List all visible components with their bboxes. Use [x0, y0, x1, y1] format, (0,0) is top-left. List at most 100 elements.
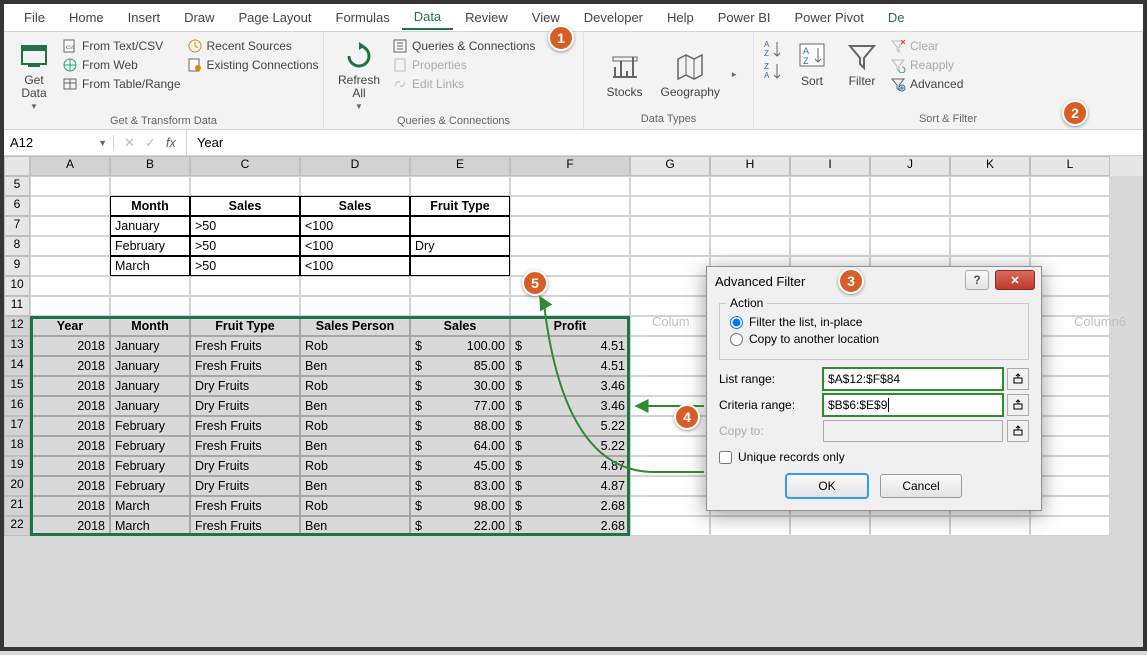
criteria-cell[interactable]: <100 — [300, 216, 410, 236]
row-header[interactable]: 11 — [4, 296, 30, 316]
column-header-J[interactable]: J — [870, 156, 950, 176]
table-cell[interactable]: Fresh Fruits — [190, 516, 300, 536]
criteria-cell[interactable]: >50 — [190, 216, 300, 236]
criteria-cell[interactable]: <100 — [300, 236, 410, 256]
list-range-input[interactable]: $A$12:$F$84 — [823, 368, 1003, 390]
cell[interactable] — [630, 196, 710, 216]
cell[interactable] — [190, 276, 300, 296]
table-cell[interactable]: 2018 — [30, 496, 110, 516]
tab-review[interactable]: Review — [453, 6, 520, 29]
table-cell[interactable]: February — [110, 436, 190, 456]
from-tablerange-button[interactable]: From Table/Range — [62, 76, 181, 92]
range-picker-icon[interactable] — [1007, 394, 1029, 416]
row-header[interactable]: 16 — [4, 396, 30, 416]
cell[interactable] — [30, 276, 110, 296]
table-cell[interactable]: $83.00 — [410, 476, 510, 496]
table-cell[interactable]: Dry Fruits — [190, 396, 300, 416]
dialog-titlebar[interactable]: Advanced Filter ? ✕ — [707, 267, 1041, 295]
table-cell[interactable]: $3.46 — [510, 396, 630, 416]
row-header[interactable]: 9 — [4, 256, 30, 276]
table-cell[interactable]: $2.68 — [510, 496, 630, 516]
cell[interactable] — [630, 276, 710, 296]
table-cell[interactable]: $45.00 — [410, 456, 510, 476]
table-cell[interactable]: January — [110, 376, 190, 396]
table-cell[interactable] — [950, 516, 1030, 536]
cancel-button[interactable]: Cancel — [880, 474, 962, 498]
criteria-cell[interactable]: >50 — [190, 236, 300, 256]
table-cell[interactable]: $30.00 — [410, 376, 510, 396]
column-header-F[interactable]: F — [510, 156, 630, 176]
cell[interactable] — [110, 176, 190, 196]
cell[interactable] — [790, 236, 870, 256]
table-cell[interactable]: Fresh Fruits — [190, 496, 300, 516]
ok-button[interactable]: OK — [786, 474, 868, 498]
tab-insert[interactable]: Insert — [116, 6, 173, 29]
cell[interactable] — [870, 236, 950, 256]
cell[interactable] — [870, 216, 950, 236]
table-cell[interactable]: Dry Fruits — [190, 376, 300, 396]
cell[interactable] — [510, 216, 630, 236]
criteria-cell[interactable]: January — [110, 216, 190, 236]
criteria-cell[interactable]: >50 — [190, 256, 300, 276]
table-cell[interactable] — [1030, 336, 1110, 356]
table-cell[interactable]: Rob — [300, 416, 410, 436]
criteria-header[interactable]: Sales — [300, 196, 410, 216]
tab-file[interactable]: File — [12, 6, 57, 29]
close-button[interactable]: ✕ — [995, 270, 1035, 290]
row-header[interactable]: 12 — [4, 316, 30, 336]
cell[interactable] — [710, 216, 790, 236]
table-cell[interactable] — [790, 516, 870, 536]
cell[interactable] — [30, 176, 110, 196]
row-header[interactable]: 13 — [4, 336, 30, 356]
table-cell[interactable]: 2018 — [30, 376, 110, 396]
table-cell[interactable] — [1030, 476, 1110, 496]
geography-button[interactable]: Geography — [655, 49, 726, 101]
table-cell[interactable] — [1030, 496, 1110, 516]
column-header-B[interactable]: B — [110, 156, 190, 176]
cell[interactable] — [1030, 276, 1110, 296]
table-cell[interactable]: 2018 — [30, 336, 110, 356]
table-cell[interactable] — [1030, 376, 1110, 396]
table-cell[interactable]: Dry Fruits — [190, 456, 300, 476]
cell[interactable] — [30, 236, 110, 256]
help-button[interactable]: ? — [965, 270, 989, 290]
cell[interactable] — [630, 256, 710, 276]
table-cell[interactable]: Fresh Fruits — [190, 416, 300, 436]
cell[interactable] — [300, 176, 410, 196]
tab-power-bi[interactable]: Power BI — [706, 6, 783, 29]
row-header[interactable]: 10 — [4, 276, 30, 296]
table-cell[interactable]: January — [110, 356, 190, 376]
table-header[interactable]: Year — [30, 316, 110, 336]
cell[interactable] — [300, 276, 410, 296]
tab-formulas[interactable]: Formulas — [324, 6, 402, 29]
cell[interactable] — [790, 216, 870, 236]
cancel-icon[interactable]: ✕ — [124, 135, 135, 151]
cell[interactable] — [710, 176, 790, 196]
cell[interactable] — [190, 176, 300, 196]
cell[interactable] — [410, 296, 510, 316]
table-cell[interactable]: Rob — [300, 456, 410, 476]
column-header-H[interactable]: H — [710, 156, 790, 176]
stocks-button[interactable]: Stocks — [601, 49, 649, 101]
criteria-cell[interactable]: February — [110, 236, 190, 256]
table-header[interactable]: Profit — [510, 316, 630, 336]
table-cell[interactable]: $5.22 — [510, 416, 630, 436]
table-cell[interactable]: Rob — [300, 376, 410, 396]
criteria-header[interactable]: Sales — [190, 196, 300, 216]
table-cell[interactable] — [710, 516, 790, 536]
tab-help[interactable]: Help — [655, 6, 706, 29]
table-cell[interactable]: February — [110, 416, 190, 436]
tab-home[interactable]: Home — [57, 6, 116, 29]
row-header[interactable]: 17 — [4, 416, 30, 436]
cell[interactable] — [1030, 196, 1110, 216]
table-cell[interactable] — [630, 456, 710, 476]
cell[interactable] — [30, 256, 110, 276]
table-cell[interactable]: Ben — [300, 436, 410, 456]
refresh-all-button[interactable]: Refresh All ▼ — [332, 38, 386, 113]
table-cell[interactable]: $100.00 — [410, 336, 510, 356]
unique-records-checkbox[interactable]: Unique records only — [719, 450, 1029, 464]
table-cell[interactable]: January — [110, 396, 190, 416]
from-textcsv-button[interactable]: csvFrom Text/CSV — [62, 38, 181, 54]
row-header[interactable]: 7 — [4, 216, 30, 236]
table-cell[interactable]: $4.87 — [510, 476, 630, 496]
